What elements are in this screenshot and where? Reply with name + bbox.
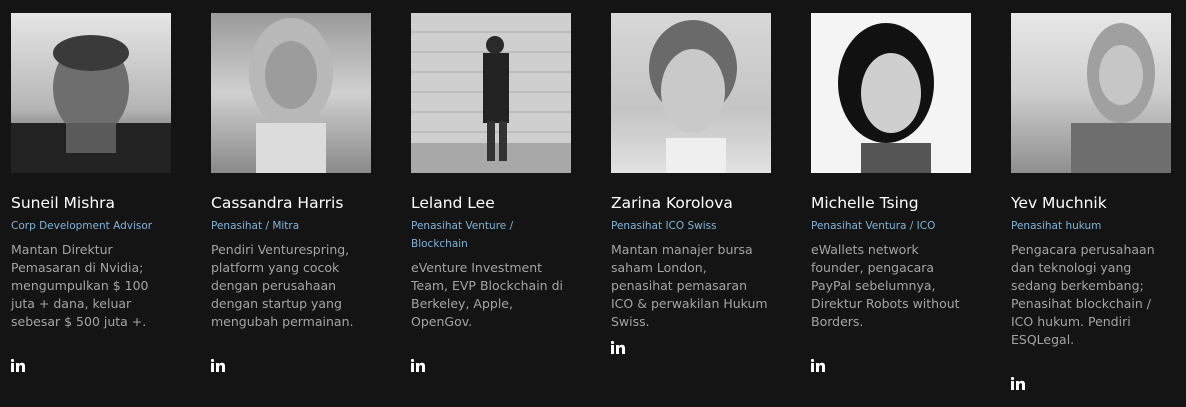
member-role: Penasihat Ventura / ICO (811, 220, 936, 232)
member-photo (411, 13, 571, 173)
member-bio: eWallets network founder, pengacara PayP… (811, 242, 960, 329)
member-role: Penasihat Venture / Blockchain (411, 220, 514, 250)
member-name: Michelle Tsing (811, 194, 919, 212)
member-photo (211, 13, 371, 173)
member-photo (811, 13, 971, 173)
linkedin-icon[interactable] (11, 359, 25, 372)
member-role: Penasihat / Mitra (211, 220, 300, 232)
linkedin-icon[interactable] (1011, 377, 1025, 390)
member-photo (611, 13, 771, 173)
linkedin-icon[interactable] (211, 359, 225, 372)
member-photo (1011, 13, 1171, 173)
member-card: Yev Muchnik Penasihat hukum Pengacara pe… (1011, 13, 1181, 390)
member-bio: Mantan Direktur Pemasaran di Nvidia; men… (11, 242, 149, 329)
member-bio: Pengacara perusahaan dan teknologi yang … (1011, 242, 1155, 347)
member-card: Michelle Tsing Penasihat Ventura / ICO e… (811, 13, 981, 372)
member-bio: Pendiri Venturespring, platform yang coc… (211, 242, 354, 329)
member-role: Penasihat hukum (1011, 220, 1102, 232)
linkedin-icon[interactable] (611, 341, 625, 354)
member-role: Corp Development Advisor (11, 220, 153, 232)
member-name: Suneil Mishra (11, 194, 116, 212)
member-card: Suneil Mishra Corp Development Advisor M… (11, 13, 181, 372)
member-name: Leland Lee (411, 194, 495, 212)
advisor-team-section: Suneil Mishra Corp Development Advisor M… (0, 0, 1186, 407)
member-photo (11, 13, 171, 173)
member-card: Leland Lee Penasihat Venture / Blockchai… (411, 13, 581, 372)
member-name: Cassandra Harris (211, 194, 344, 212)
member-card: Cassandra Harris Penasihat / Mitra Pendi… (211, 13, 381, 372)
member-bio: Mantan manajer bursa saham London, penas… (611, 242, 768, 329)
linkedin-icon[interactable] (411, 359, 425, 372)
member-card: Zarina Korolova Penasihat ICO Swiss Mant… (611, 13, 781, 354)
linkedin-icon[interactable] (811, 359, 825, 372)
member-bio: eVenture Investment Team, EVP Blockchain… (411, 260, 563, 329)
member-name: Zarina Korolova (611, 194, 733, 212)
member-role: Penasihat ICO Swiss (611, 220, 717, 232)
member-name: Yev Muchnik (1011, 194, 1107, 212)
